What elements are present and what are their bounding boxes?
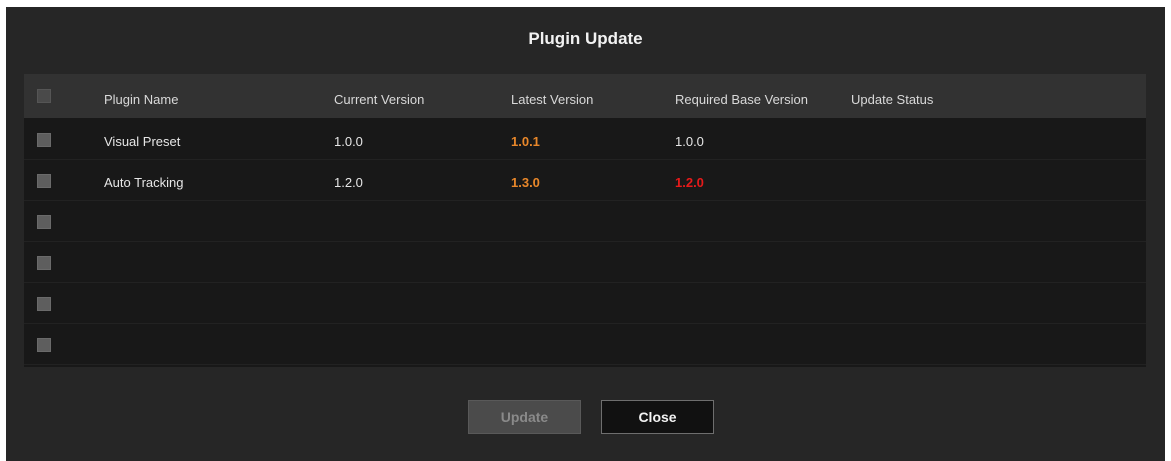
required-base-version-cell: 1.2.0 [675,175,704,190]
table-header: Plugin Name Current Version Latest Versi… [24,74,1146,118]
latest-version-cell: 1.0.1 [511,134,540,149]
row-checkbox[interactable] [37,297,51,311]
column-header-latest-version: Latest Version [511,92,594,107]
latest-version-cell: 1.3.0 [511,175,540,190]
update-button[interactable]: Update [468,400,581,434]
column-header-update-status: Update Status [851,92,934,107]
select-all-checkbox[interactable] [37,89,51,103]
column-header-required-base-version: Required Base Version [675,92,808,107]
dialog-title: Plugin Update [528,29,643,48]
row-checkbox[interactable] [37,338,51,352]
current-version-cell: 1.0.0 [334,134,363,149]
table-row[interactable] [24,324,1146,365]
required-base-version-cell: 1.0.0 [675,134,704,149]
close-button[interactable]: Close [601,400,714,434]
column-header-current-version: Current Version [334,92,425,107]
row-checkbox[interactable] [37,174,51,188]
plugin-name-cell: Auto Tracking [104,175,184,190]
row-checkbox[interactable] [37,256,51,270]
table-row[interactable]: Visual Preset 1.0.0 1.0.1 1.0.0 [24,119,1146,160]
column-header-plugin-name: Plugin Name [104,92,179,107]
table-row[interactable] [24,283,1146,324]
table-row[interactable] [24,201,1146,242]
row-checkbox[interactable] [37,133,51,147]
plugin-table: Plugin Name Current Version Latest Versi… [24,74,1146,367]
table-row[interactable]: Auto Tracking 1.2.0 1.3.0 1.2.0 [24,160,1146,201]
row-checkbox[interactable] [37,215,51,229]
table-row[interactable] [24,242,1146,283]
plugin-name-cell: Visual Preset [104,134,181,149]
current-version-cell: 1.2.0 [334,175,363,190]
plugin-update-dialog: Plugin Update Plugin Name Current Versio… [6,7,1165,461]
